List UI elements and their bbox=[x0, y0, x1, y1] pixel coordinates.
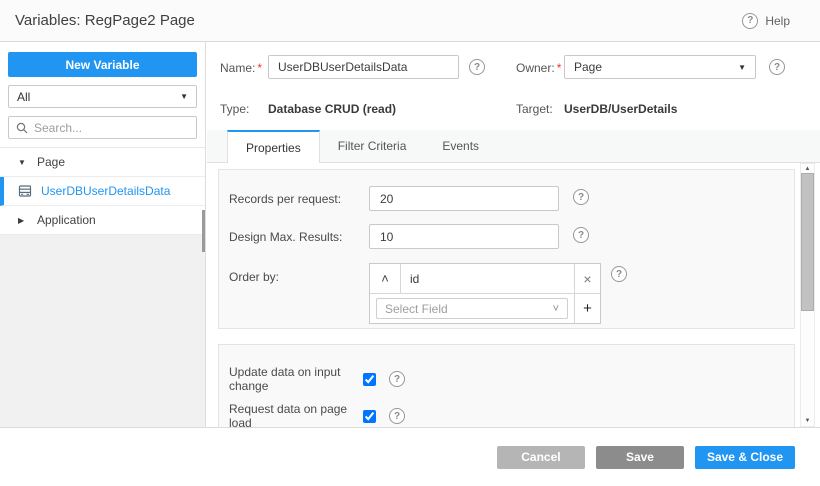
add-order-field-button[interactable]: + bbox=[574, 294, 600, 323]
records-help-icon[interactable]: ? bbox=[573, 189, 589, 205]
cancel-button[interactable]: Cancel bbox=[497, 446, 585, 469]
sidebar-scrollbar-thumb[interactable] bbox=[202, 210, 205, 252]
order-by-field-value: id bbox=[401, 264, 574, 293]
tree-node-application[interactable]: ▶ Application bbox=[0, 206, 205, 235]
sort-direction-button[interactable]: ˄ bbox=[370, 264, 401, 293]
help-button[interactable]: ? Help bbox=[742, 13, 790, 29]
scroll-down-arrow[interactable]: ▼ bbox=[801, 418, 814, 424]
search-input[interactable] bbox=[34, 121, 189, 135]
design-max-results-label: Design Max. Results: bbox=[229, 230, 342, 244]
variable-filter-value: All bbox=[17, 90, 30, 104]
tree-node-label: Application bbox=[37, 213, 96, 227]
page-title: Variables: RegPage2 Page bbox=[15, 12, 195, 29]
request-on-load-checkbox[interactable] bbox=[363, 410, 376, 423]
sort-asc-icon: ˄ bbox=[381, 271, 389, 286]
search-icon bbox=[16, 122, 28, 134]
properties-tab-content: Records per request: ? Design Max. Resul… bbox=[207, 163, 820, 427]
select-field-dropdown[interactable]: Select Field ˅ bbox=[376, 298, 568, 319]
name-input[interactable] bbox=[268, 55, 459, 79]
tree-node-variable[interactable]: UserDBUserDetailsData bbox=[0, 177, 205, 206]
variable-filter-select[interactable]: All ▼ bbox=[8, 85, 197, 108]
behavior-settings-group: Update data on input change ? Request da… bbox=[218, 344, 795, 427]
help-icon: ? bbox=[742, 13, 758, 29]
order-by-editor: ˄ id × Select Field ˅ + bbox=[369, 263, 601, 324]
request-on-load-label: Request data on page load bbox=[229, 402, 363, 427]
dialog-header: Variables: RegPage2 Page ? Help bbox=[0, 0, 820, 42]
owner-help-icon[interactable]: ? bbox=[769, 59, 785, 75]
database-variable-icon bbox=[18, 184, 32, 198]
plus-icon: + bbox=[583, 300, 592, 317]
variables-dialog: Variables: RegPage2 Page ? Help New Vari… bbox=[0, 0, 820, 486]
target-value: UserDB/UserDetails bbox=[564, 102, 677, 116]
caret-down-icon: ▼ bbox=[738, 63, 746, 72]
order-by-row: ˄ id × bbox=[370, 264, 600, 293]
caret-expanded-icon: ▼ bbox=[18, 158, 28, 167]
order-by-help-icon[interactable]: ? bbox=[611, 266, 627, 282]
caret-down-icon: ▼ bbox=[180, 92, 188, 101]
variable-search[interactable] bbox=[8, 116, 197, 139]
request-on-load-help-icon[interactable]: ? bbox=[389, 408, 405, 424]
caret-collapsed-icon: ▶ bbox=[18, 216, 28, 225]
tab-bar: Properties Filter Criteria Events bbox=[207, 130, 820, 163]
dialog-footer: Cancel Save Save & Close bbox=[0, 427, 820, 486]
name-help-icon[interactable]: ? bbox=[469, 59, 485, 75]
variable-header-form: Name:* ? Owner:* Page ▼ ? Type: Database… bbox=[207, 42, 820, 130]
help-label: Help bbox=[765, 14, 790, 28]
update-on-input-label: Update data on input change bbox=[229, 365, 363, 393]
sidebar-controls: New Variable All ▼ bbox=[0, 42, 205, 147]
update-on-input-checkbox[interactable] bbox=[363, 373, 376, 386]
records-per-request-label: Records per request: bbox=[229, 192, 341, 206]
order-by-label: Order by: bbox=[229, 270, 279, 284]
save-and-close-button[interactable]: Save & Close bbox=[695, 446, 795, 469]
variable-tree: ▼ Page UserDBUserDetailsData ▶ Applicati… bbox=[0, 147, 205, 235]
update-on-input-row: Update data on input change ? bbox=[229, 365, 405, 393]
close-icon: × bbox=[583, 271, 591, 287]
type-label: Type: bbox=[220, 102, 249, 116]
new-variable-button[interactable]: New Variable bbox=[8, 52, 197, 77]
owner-label: Owner:* bbox=[516, 61, 561, 75]
owner-select[interactable]: Page ▼ bbox=[564, 55, 756, 79]
required-marker: * bbox=[557, 61, 562, 75]
add-order-field-row: Select Field ˅ + bbox=[370, 293, 600, 323]
scrollbar-thumb[interactable] bbox=[801, 173, 814, 311]
name-label: Name:* bbox=[220, 61, 262, 75]
required-marker: * bbox=[257, 61, 262, 75]
content-scrollbar[interactable]: ▲ ▼ bbox=[800, 163, 815, 427]
tab-filter-criteria[interactable]: Filter Criteria bbox=[320, 130, 425, 162]
request-on-load-row: Request data on page load ? bbox=[229, 402, 405, 427]
variables-sidebar: New Variable All ▼ ▼ Page bbox=[0, 42, 206, 427]
sidebar-empty-area bbox=[0, 235, 205, 427]
variable-detail-panel: Name:* ? Owner:* Page ▼ ? Type: Database… bbox=[207, 42, 820, 427]
tree-node-label: Page bbox=[37, 155, 65, 169]
tree-node-page[interactable]: ▼ Page bbox=[0, 148, 205, 177]
type-value: Database CRUD (read) bbox=[268, 102, 396, 116]
data-settings-group: Records per request: ? Design Max. Resul… bbox=[218, 169, 795, 329]
target-label: Target: bbox=[516, 102, 553, 116]
max-results-help-icon[interactable]: ? bbox=[573, 227, 589, 243]
chevron-down-icon: ˅ bbox=[553, 303, 559, 315]
select-field-placeholder: Select Field bbox=[385, 302, 448, 316]
owner-value: Page bbox=[574, 60, 602, 74]
remove-order-field-button[interactable]: × bbox=[574, 264, 600, 293]
tree-node-label: UserDBUserDetailsData bbox=[41, 184, 170, 198]
records-per-request-input[interactable] bbox=[369, 186, 559, 211]
save-button[interactable]: Save bbox=[596, 446, 684, 469]
tab-events[interactable]: Events bbox=[424, 130, 497, 162]
tab-properties[interactable]: Properties bbox=[227, 130, 320, 163]
scroll-up-arrow[interactable]: ▲ bbox=[801, 166, 814, 172]
design-max-results-input[interactable] bbox=[369, 224, 559, 249]
update-on-input-help-icon[interactable]: ? bbox=[389, 371, 405, 387]
